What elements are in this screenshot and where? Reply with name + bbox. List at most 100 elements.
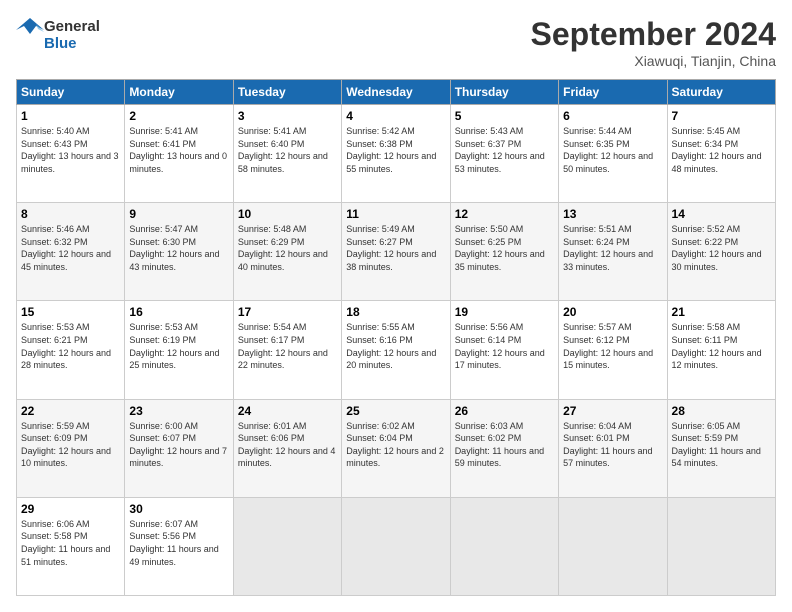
calendar-row: 22 Sunrise: 5:59 AMSunset: 6:09 PMDayligh… bbox=[17, 399, 776, 497]
day-info: Sunrise: 5:50 AMSunset: 6:25 PMDaylight:… bbox=[455, 223, 554, 273]
day-number: 20 bbox=[563, 305, 662, 319]
calendar-cell bbox=[559, 497, 667, 595]
day-number: 26 bbox=[455, 404, 554, 418]
day-number: 13 bbox=[563, 207, 662, 221]
col-friday: Friday bbox=[559, 80, 667, 105]
day-number: 19 bbox=[455, 305, 554, 319]
day-number: 14 bbox=[672, 207, 771, 221]
day-info: Sunrise: 6:03 AMSunset: 6:02 PMDaylight:… bbox=[455, 420, 554, 470]
day-info: Sunrise: 5:40 AMSunset: 6:43 PMDaylight:… bbox=[21, 125, 120, 175]
calendar-cell: 28 Sunrise: 6:05 AMSunset: 5:59 PMDayligh… bbox=[667, 399, 775, 497]
day-info: Sunrise: 5:51 AMSunset: 6:24 PMDaylight:… bbox=[563, 223, 662, 273]
day-info: Sunrise: 6:01 AMSunset: 6:06 PMDaylight:… bbox=[238, 420, 337, 470]
day-info: Sunrise: 6:06 AMSunset: 5:58 PMDaylight:… bbox=[21, 518, 120, 568]
day-info: Sunrise: 5:41 AMSunset: 6:41 PMDaylight:… bbox=[129, 125, 228, 175]
day-info: Sunrise: 5:42 AMSunset: 6:38 PMDaylight:… bbox=[346, 125, 445, 175]
day-info: Sunrise: 6:00 AMSunset: 6:07 PMDaylight:… bbox=[129, 420, 228, 470]
day-info: Sunrise: 5:55 AMSunset: 6:16 PMDaylight:… bbox=[346, 321, 445, 371]
day-info: Sunrise: 5:45 AMSunset: 6:34 PMDaylight:… bbox=[672, 125, 771, 175]
day-number: 25 bbox=[346, 404, 445, 418]
logo-bird-icon bbox=[16, 16, 44, 54]
calendar-cell: 25Sunrise: 6:02 AMSunset: 6:04 PMDayligh… bbox=[342, 399, 450, 497]
calendar-cell: 6 Sunrise: 5:44 AMSunset: 6:35 PMDaylight… bbox=[559, 105, 667, 203]
day-number: 11 bbox=[346, 207, 445, 221]
calendar-cell: 11 Sunrise: 5:49 AMSunset: 6:27 PMDayligh… bbox=[342, 203, 450, 301]
col-saturday: Saturday bbox=[667, 80, 775, 105]
calendar-cell: 8 Sunrise: 5:46 AMSunset: 6:32 PMDaylight… bbox=[17, 203, 125, 301]
calendar-cell: 30 Sunrise: 6:07 AMSunset: 5:56 PMDayligh… bbox=[125, 497, 233, 595]
day-number: 24 bbox=[238, 404, 337, 418]
calendar-cell bbox=[233, 497, 341, 595]
day-number: 8 bbox=[21, 207, 120, 221]
day-info: Sunrise: 5:56 AMSunset: 6:14 PMDaylight:… bbox=[455, 321, 554, 371]
col-sunday: Sunday bbox=[17, 80, 125, 105]
day-info: Sunrise: 5:44 AMSunset: 6:35 PMDaylight:… bbox=[563, 125, 662, 175]
calendar-cell: 29 Sunrise: 6:06 AMSunset: 5:58 PMDayligh… bbox=[17, 497, 125, 595]
calendar-cell: 27Sunrise: 6:04 AMSunset: 6:01 PMDayligh… bbox=[559, 399, 667, 497]
title-block: September 2024 Xiawuqi, Tianjin, China bbox=[531, 16, 776, 69]
day-number: 6 bbox=[563, 109, 662, 123]
day-number: 22 bbox=[21, 404, 120, 418]
day-info: Sunrise: 5:48 AMSunset: 6:29 PMDaylight:… bbox=[238, 223, 337, 273]
month-title: September 2024 bbox=[531, 16, 776, 53]
calendar-cell: 26 Sunrise: 6:03 AMSunset: 6:02 PMDayligh… bbox=[450, 399, 558, 497]
calendar-cell: 14 Sunrise: 5:52 AMSunset: 6:22 PMDayligh… bbox=[667, 203, 775, 301]
calendar-cell: 24 Sunrise: 6:01 AMSunset: 6:06 PMDayligh… bbox=[233, 399, 341, 497]
calendar-row: 1 Sunrise: 5:40 AMSunset: 6:43 PMDaylight… bbox=[17, 105, 776, 203]
calendar-cell: 2Sunrise: 5:41 AMSunset: 6:41 PMDaylight… bbox=[125, 105, 233, 203]
location: Xiawuqi, Tianjin, China bbox=[531, 53, 776, 69]
calendar-row: 29 Sunrise: 6:06 AMSunset: 5:58 PMDayligh… bbox=[17, 497, 776, 595]
day-number: 10 bbox=[238, 207, 337, 221]
day-number: 12 bbox=[455, 207, 554, 221]
day-info: Sunrise: 5:52 AMSunset: 6:22 PMDaylight:… bbox=[672, 223, 771, 273]
calendar-row: 15 Sunrise: 5:53 AMSunset: 6:21 PMDayligh… bbox=[17, 301, 776, 399]
day-info: Sunrise: 5:46 AMSunset: 6:32 PMDaylight:… bbox=[21, 223, 120, 273]
calendar-cell: 10 Sunrise: 5:48 AMSunset: 6:29 PMDayligh… bbox=[233, 203, 341, 301]
calendar-cell: 4 Sunrise: 5:42 AMSunset: 6:38 PMDaylight… bbox=[342, 105, 450, 203]
day-info: Sunrise: 5:49 AMSunset: 6:27 PMDaylight:… bbox=[346, 223, 445, 273]
col-monday: Monday bbox=[125, 80, 233, 105]
day-number: 29 bbox=[21, 502, 120, 516]
day-number: 15 bbox=[21, 305, 120, 319]
day-info: Sunrise: 5:57 AMSunset: 6:12 PMDaylight:… bbox=[563, 321, 662, 371]
day-info: Sunrise: 6:07 AMSunset: 5:56 PMDaylight:… bbox=[129, 518, 228, 568]
calendar-cell: 22 Sunrise: 5:59 AMSunset: 6:09 PMDayligh… bbox=[17, 399, 125, 497]
day-number: 23 bbox=[129, 404, 228, 418]
calendar-cell: 15 Sunrise: 5:53 AMSunset: 6:21 PMDayligh… bbox=[17, 301, 125, 399]
day-info: Sunrise: 5:53 AMSunset: 6:21 PMDaylight:… bbox=[21, 321, 120, 371]
day-info: Sunrise: 5:53 AMSunset: 6:19 PMDaylight:… bbox=[129, 321, 228, 371]
calendar-cell: 23 Sunrise: 6:00 AMSunset: 6:07 PMDayligh… bbox=[125, 399, 233, 497]
day-info: Sunrise: 6:05 AMSunset: 5:59 PMDaylight:… bbox=[672, 420, 771, 470]
calendar-cell: 7Sunrise: 5:45 AMSunset: 6:34 PMDaylight… bbox=[667, 105, 775, 203]
day-number: 4 bbox=[346, 109, 445, 123]
day-number: 16 bbox=[129, 305, 228, 319]
day-number: 1 bbox=[21, 109, 120, 123]
col-thursday: Thursday bbox=[450, 80, 558, 105]
day-info: Sunrise: 6:04 AMSunset: 6:01 PMDaylight:… bbox=[563, 420, 662, 470]
calendar-cell: 18 Sunrise: 5:55 AMSunset: 6:16 PMDayligh… bbox=[342, 301, 450, 399]
calendar-cell: 3Sunrise: 5:41 AMSunset: 6:40 PMDaylight… bbox=[233, 105, 341, 203]
calendar-cell: 17 Sunrise: 5:54 AMSunset: 6:17 PMDayligh… bbox=[233, 301, 341, 399]
logo: General Blue bbox=[16, 16, 100, 54]
day-info: Sunrise: 5:54 AMSunset: 6:17 PMDaylight:… bbox=[238, 321, 337, 371]
calendar-cell bbox=[450, 497, 558, 595]
calendar-header-row: Sunday Monday Tuesday Wednesday Thursday… bbox=[17, 80, 776, 105]
calendar-cell: 5Sunrise: 5:43 AMSunset: 6:37 PMDaylight… bbox=[450, 105, 558, 203]
calendar-cell: 20 Sunrise: 5:57 AMSunset: 6:12 PMDayligh… bbox=[559, 301, 667, 399]
day-number: 17 bbox=[238, 305, 337, 319]
day-number: 3 bbox=[238, 109, 337, 123]
day-number: 30 bbox=[129, 502, 228, 516]
col-tuesday: Tuesday bbox=[233, 80, 341, 105]
day-number: 28 bbox=[672, 404, 771, 418]
calendar-table: Sunday Monday Tuesday Wednesday Thursday… bbox=[16, 79, 776, 596]
logo-line2: Blue bbox=[44, 35, 100, 52]
calendar-cell: 1 Sunrise: 5:40 AMSunset: 6:43 PMDaylight… bbox=[17, 105, 125, 203]
calendar-cell: 16 Sunrise: 5:53 AMSunset: 6:19 PMDayligh… bbox=[125, 301, 233, 399]
calendar-cell bbox=[342, 497, 450, 595]
day-info: Sunrise: 5:59 AMSunset: 6:09 PMDaylight:… bbox=[21, 420, 120, 470]
day-number: 18 bbox=[346, 305, 445, 319]
day-number: 5 bbox=[455, 109, 554, 123]
day-number: 21 bbox=[672, 305, 771, 319]
day-number: 9 bbox=[129, 207, 228, 221]
calendar-cell: 19 Sunrise: 5:56 AMSunset: 6:14 PMDayligh… bbox=[450, 301, 558, 399]
